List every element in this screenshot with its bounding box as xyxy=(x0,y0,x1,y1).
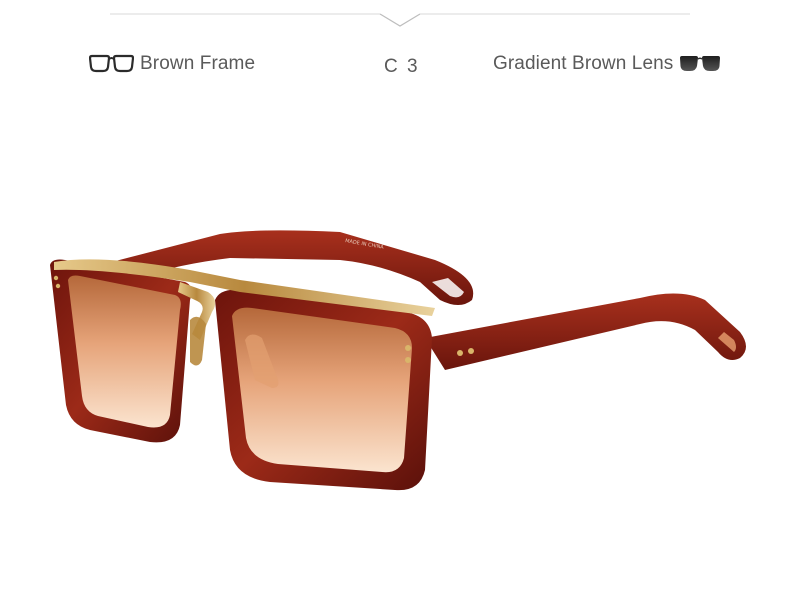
lens-spec: Gradient Brown Lens xyxy=(493,53,721,75)
frame-spec: Brown Frame xyxy=(89,53,255,75)
left-lens xyxy=(50,259,192,443)
gradient-lens-icon xyxy=(680,56,721,71)
frame-label: Brown Frame xyxy=(140,53,256,74)
color-code: C 3 xyxy=(384,56,420,77)
near-temple-arm xyxy=(425,293,746,370)
glasses-frame-icon xyxy=(89,54,134,73)
lens-label: Gradient Brown Lens xyxy=(493,53,674,74)
right-lens xyxy=(215,289,432,491)
spec-row: Brown Frame C 3 Gradient Brown Lens xyxy=(0,48,800,82)
sunglasses-photo: MADE IN CHINA xyxy=(50,230,746,491)
top-divider xyxy=(110,13,690,27)
